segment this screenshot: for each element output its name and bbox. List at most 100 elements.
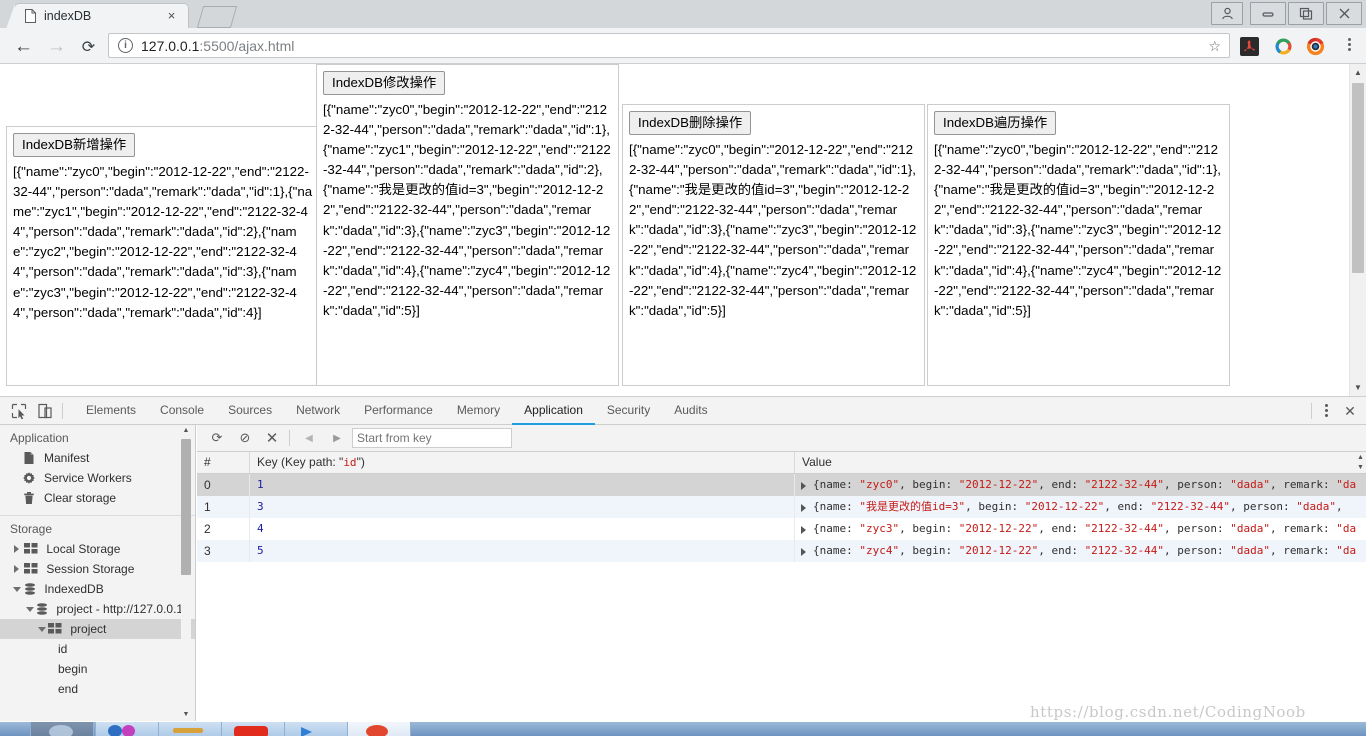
tab-security[interactable]: Security — [595, 397, 662, 423]
orb-icon[interactable] — [1306, 37, 1325, 56]
devtools-toolbar: Elements Console Sources Network Perform… — [0, 397, 1366, 425]
scroll-up-icon[interactable]: ▲ — [181, 425, 191, 437]
scroll-down-icon[interactable]: ▼ — [1350, 379, 1366, 396]
tab-application[interactable]: Application — [512, 397, 595, 425]
indexdb-traverse-button[interactable]: IndexDB遍历操作 — [934, 111, 1057, 135]
chevron-down-icon[interactable] — [13, 587, 21, 592]
taskbar-item[interactable] — [95, 722, 159, 736]
expand-triangle-icon[interactable] — [801, 504, 806, 512]
devtools-tab-list: Elements Console Sources Network Perform… — [74, 397, 720, 425]
idb-data-view: ⟳ ⊘ ✕ ◀ ▶ # Key (Key path: "id") Value — [197, 425, 1366, 721]
sidebar-item-local-storage[interactable]: Local Storage — [0, 539, 195, 559]
table-icon — [24, 560, 38, 574]
indexdb-delete-button[interactable]: IndexDB删除操作 — [629, 111, 752, 135]
sidebar-item-project-origin[interactable]: project - http://127.0.0.1 — [0, 599, 195, 619]
panel-traverse: IndexDB遍历操作 [{"name":"zyc0","begin":"201… — [927, 104, 1230, 386]
sidebar-item-index-begin[interactable]: begin — [0, 659, 195, 679]
site-info-icon[interactable]: i — [118, 38, 133, 53]
close-button[interactable] — [1326, 2, 1362, 25]
sidebar-item-index-id[interactable]: id — [0, 639, 195, 659]
taskbar-item[interactable] — [221, 722, 285, 736]
column-header-value[interactable]: Value — [795, 452, 1355, 473]
taskbar-item[interactable] — [284, 722, 348, 736]
chevron-right-icon[interactable] — [14, 565, 19, 573]
refresh-icon[interactable]: ⟳ — [207, 429, 227, 447]
table-row[interactable]: 3 5 {name: "zyc4", begin: "2012-12-22", … — [197, 540, 1366, 562]
indexdb-update-button[interactable]: IndexDB修改操作 — [323, 71, 446, 95]
reload-icon[interactable]: ⟳ — [78, 36, 99, 57]
tab-network[interactable]: Network — [284, 397, 352, 423]
tab-sources[interactable]: Sources — [216, 397, 284, 423]
tab-audits[interactable]: Audits — [662, 397, 719, 423]
sidebar-item-project-store[interactable]: project — [0, 619, 195, 639]
scrollbar-thumb[interactable] — [1352, 83, 1364, 273]
scroll-down-icon[interactable]: ▼ — [181, 709, 191, 721]
scrollbar-thumb[interactable] — [181, 439, 191, 575]
taskbar-item[interactable] — [158, 722, 222, 736]
sidebar-item-label: project - http://127.0.0.1 — [56, 602, 184, 616]
page-icon — [25, 9, 36, 23]
device-toolbar-icon[interactable] — [36, 402, 54, 420]
cell-value[interactable]: {name: "zyc4", begin: "2012-12-22", end:… — [795, 540, 1366, 562]
expand-triangle-icon[interactable] — [801, 482, 806, 490]
sidebar-item-session-storage[interactable]: Session Storage — [0, 559, 195, 579]
scroll-down-icon[interactable]: ▼ — [1356, 463, 1365, 473]
column-header-key[interactable]: Key (Key path: "id") — [250, 452, 795, 473]
sidebar-item-service-workers[interactable]: Service Workers — [0, 468, 195, 488]
close-icon[interactable]: × — [165, 9, 178, 23]
forward-icon[interactable]: → — [46, 36, 67, 57]
next-page-icon[interactable]: ▶ — [327, 429, 347, 447]
expand-triangle-icon[interactable] — [801, 526, 806, 534]
cell-key: 1 — [250, 474, 795, 496]
table-row[interactable]: 1 3 {name: "我是更改的值id=3", begin: "2012-12… — [197, 496, 1366, 518]
tab-performance[interactable]: Performance — [352, 397, 445, 423]
column-header-index[interactable]: # — [197, 452, 250, 473]
acrobat-icon[interactable] — [1240, 37, 1259, 56]
back-icon[interactable]: ← — [13, 36, 34, 57]
chevron-down-icon[interactable] — [38, 627, 46, 632]
inspect-element-icon[interactable] — [10, 402, 28, 420]
kebab-menu-icon[interactable] — [1341, 36, 1357, 56]
panel-add: IndexDB新增操作 [{"name":"zyc0","begin":"201… — [6, 126, 318, 386]
ring-icon[interactable] — [1274, 37, 1293, 56]
sidebar-item-indexeddb[interactable]: IndexedDB — [0, 579, 195, 599]
cell-value[interactable]: {name: "zyc3", begin: "2012-12-22", end:… — [795, 518, 1366, 540]
profile-icon[interactable] — [1211, 2, 1243, 25]
tab-elements[interactable]: Elements — [74, 397, 148, 423]
address-bar[interactable]: i 127.0.0.1:5500/ajax.html ☆ — [108, 33, 1230, 58]
browser-tab-indexdb[interactable]: indexDB × — [6, 3, 189, 29]
cell-value[interactable]: {name: "zyc0", begin: "2012-12-22", end:… — [795, 474, 1366, 496]
restore-button[interactable] — [1288, 2, 1324, 25]
sidebar-scrollbar[interactable]: ▲ ▼ — [181, 425, 191, 721]
scroll-up-icon[interactable]: ▲ — [1356, 453, 1365, 463]
delete-selected-icon[interactable]: ✕ — [262, 429, 282, 447]
sidebar-item-manifest[interactable]: Manifest — [0, 448, 195, 468]
page-scrollbar[interactable]: ▲ ▼ — [1349, 64, 1366, 396]
tab-console[interactable]: Console — [148, 397, 216, 423]
more-options-icon[interactable] — [1318, 399, 1334, 422]
tab-memory[interactable]: Memory — [445, 397, 512, 423]
chevron-down-icon[interactable] — [26, 607, 34, 612]
taskbar-item[interactable] — [347, 722, 411, 736]
sidebar-item-index-end[interactable]: end — [0, 679, 195, 699]
indexdb-add-button[interactable]: IndexDB新增操作 — [13, 133, 136, 157]
sidebar-item-label: Service Workers — [44, 471, 132, 485]
start-from-key-input[interactable] — [352, 428, 512, 448]
bookmark-star-icon[interactable]: ☆ — [1208, 38, 1221, 54]
table-row[interactable]: 0 1 {name: "zyc0", begin: "2012-12-22", … — [197, 474, 1366, 496]
table-row[interactable]: 2 4 {name: "zyc3", begin: "2012-12-22", … — [197, 518, 1366, 540]
taskbar-start-button[interactable] — [30, 722, 94, 736]
new-tab-button[interactable] — [196, 6, 238, 28]
grid-scrollbar[interactable]: ▲ ▼ — [1355, 452, 1366, 494]
devtools-panel: Elements Console Sources Network Perform… — [0, 396, 1366, 721]
cell-value[interactable]: {name: "我是更改的值id=3", begin: "2012-12-22"… — [795, 496, 1366, 518]
page-viewport: IndexDB新增操作 [{"name":"zyc0","begin":"201… — [0, 64, 1366, 396]
minimize-button[interactable] — [1250, 2, 1286, 25]
chevron-right-icon[interactable] — [14, 545, 19, 553]
sidebar-item-clear-storage[interactable]: Clear storage — [0, 488, 195, 508]
scroll-up-icon[interactable]: ▲ — [1350, 64, 1366, 81]
clear-object-store-icon[interactable]: ⊘ — [235, 429, 255, 447]
close-devtools-icon[interactable]: ✕ — [1340, 401, 1360, 421]
expand-triangle-icon[interactable] — [801, 548, 806, 556]
previous-page-icon[interactable]: ◀ — [299, 429, 319, 447]
